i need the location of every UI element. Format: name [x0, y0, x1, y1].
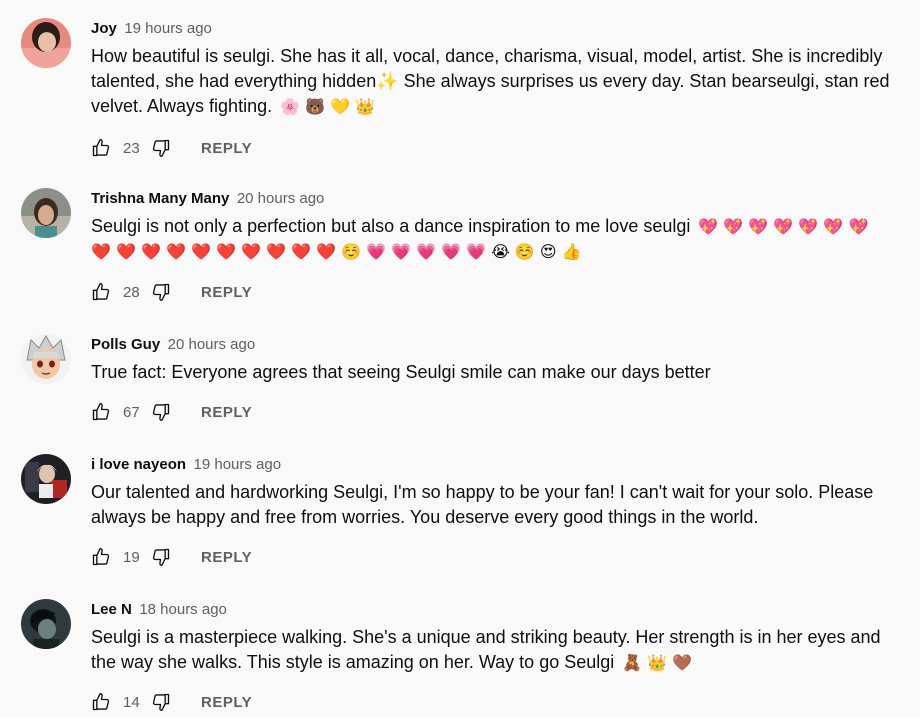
comment-text: How beautiful is seulgi. She has it all,… — [91, 44, 891, 119]
avatar[interactable] — [21, 18, 71, 68]
comment-actions: 23 REPLY — [91, 136, 252, 160]
comment-header: Trishna Many Many 20 hours ago — [91, 188, 324, 210]
like-count: 23 — [123, 139, 140, 157]
comment-body: Seulgi is not only a perfection but also… — [91, 216, 691, 236]
comment-body: How beautiful is seulgi. She has it all,… — [91, 46, 890, 116]
thumbs-down-icon[interactable] — [151, 402, 171, 422]
thumbs-down-icon[interactable] — [151, 692, 171, 712]
comment-header: Joy 19 hours ago — [91, 18, 212, 40]
avatar[interactable] — [21, 454, 71, 504]
thumbs-down-icon[interactable] — [151, 282, 171, 302]
thumbs-up-icon[interactable] — [91, 402, 111, 422]
emoji-group: 🧸 👑 🤎 — [622, 653, 693, 672]
comment-text: Our talented and hardworking Seulgi, I'm… — [91, 480, 891, 530]
comment-actions: 67 REPLY — [91, 400, 252, 424]
comment-actions: 28 REPLY — [91, 280, 252, 304]
avatar[interactable] — [21, 188, 71, 238]
author-name[interactable]: i love nayeon — [91, 456, 186, 473]
reply-button[interactable]: REPLY — [201, 284, 252, 301]
author-name[interactable]: Polls Guy — [91, 336, 160, 353]
comments-section: Joy 19 hours ago How beautiful is seulgi… — [0, 0, 920, 717]
avatar[interactable] — [21, 599, 71, 649]
comment-text: Seulgi is a masterpiece walking. She's a… — [91, 625, 891, 675]
comment-actions: 14 REPLY — [91, 690, 252, 714]
comment-body: True fact: Everyone agrees that seeing S… — [91, 362, 711, 382]
timestamp[interactable]: 20 hours ago — [237, 190, 325, 207]
author-name[interactable]: Joy — [91, 20, 117, 37]
emoji-group: 🌸 🐻 💛 👑 — [280, 97, 376, 116]
comment-text: True fact: Everyone agrees that seeing S… — [91, 360, 891, 385]
comment-header: Polls Guy 20 hours ago — [91, 334, 255, 356]
thumbs-down-icon[interactable] — [151, 547, 171, 567]
comment-text: Seulgi is not only a perfection but also… — [91, 214, 891, 264]
like-count: 19 — [123, 548, 140, 566]
timestamp[interactable]: 18 hours ago — [139, 601, 227, 618]
thumbs-up-icon[interactable] — [91, 547, 111, 567]
comment-body: Seulgi is a masterpiece walking. She's a… — [91, 627, 881, 672]
comment-header: Lee N 18 hours ago — [91, 599, 227, 621]
timestamp[interactable]: 19 hours ago — [194, 456, 282, 473]
timestamp[interactable]: 20 hours ago — [168, 336, 256, 353]
comment-header: i love nayeon 19 hours ago — [91, 454, 281, 476]
reply-button[interactable]: REPLY — [201, 694, 252, 711]
thumbs-up-icon[interactable] — [91, 282, 111, 302]
comment-body: Our talented and hardworking Seulgi, I'm… — [91, 482, 874, 527]
timestamp[interactable]: 19 hours ago — [124, 20, 212, 37]
thumbs-down-icon[interactable] — [151, 138, 171, 158]
like-count: 28 — [123, 283, 140, 301]
avatar[interactable] — [21, 334, 71, 384]
thumbs-up-icon[interactable] — [91, 138, 111, 158]
author-name[interactable]: Trishna Many Many — [91, 190, 229, 207]
author-name[interactable]: Lee N — [91, 601, 132, 618]
reply-button[interactable]: REPLY — [201, 549, 252, 566]
reply-button[interactable]: REPLY — [201, 140, 252, 157]
comment-actions: 19 REPLY — [91, 545, 252, 569]
like-count: 67 — [123, 403, 140, 421]
reply-button[interactable]: REPLY — [201, 404, 252, 421]
like-count: 14 — [123, 693, 140, 711]
thumbs-up-icon[interactable] — [91, 692, 111, 712]
